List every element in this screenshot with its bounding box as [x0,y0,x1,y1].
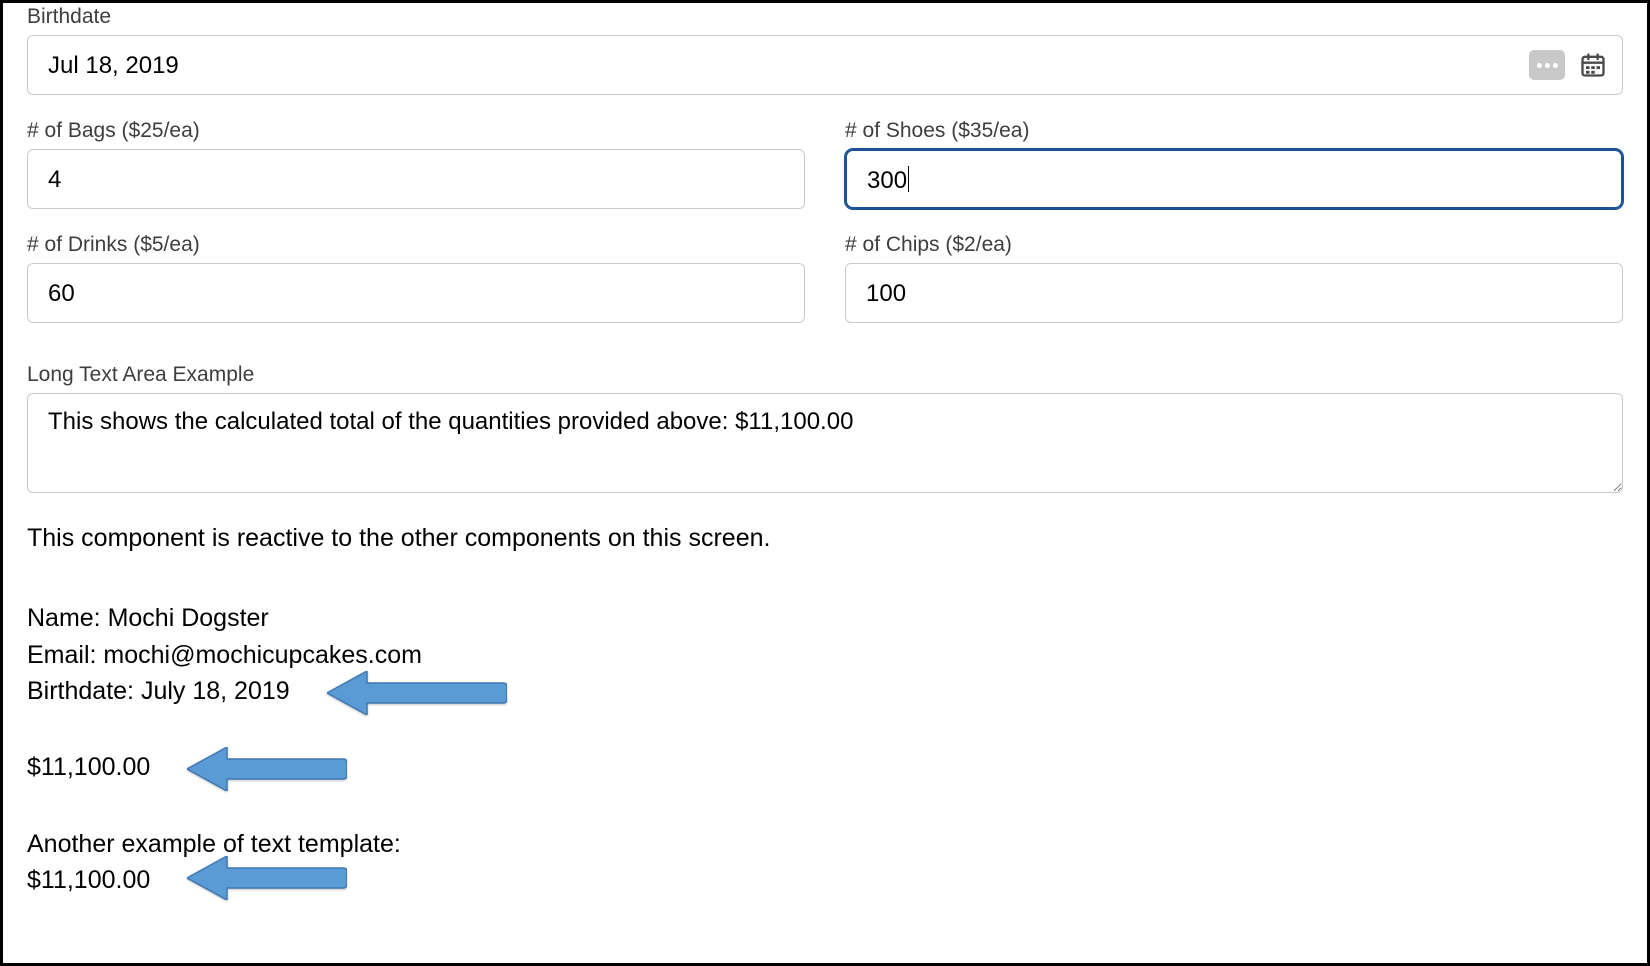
total-line: $11,100.00 [27,753,1623,782]
date-input-icons [1529,50,1607,80]
chips-input[interactable]: 100 [845,263,1623,323]
row-drinks-chips: # of Drinks ($5/ea) 60 # of Chips ($2/ea… [27,209,1623,323]
arrow-icon [187,856,347,900]
shoes-input-value: 300 [867,167,907,194]
row-bags-shoes: # of Bags ($25/ea) 4 # of Shoes ($35/ea)… [27,95,1623,209]
another-template-label: Another example of text template: [27,826,1623,862]
birthdate-input[interactable]: Jul 18, 2019 [27,35,1623,95]
calendar-icon[interactable] [1579,51,1607,79]
chips-label: # of Chips ($2/ea) [845,233,1623,257]
shoes-input[interactable]: 300 [845,149,1623,209]
info-name-line: Name: Mochi Dogster [27,600,1623,636]
birthdate-label: Birthdate [27,5,1623,29]
reactive-note: This component is reactive to the other … [27,520,1623,556]
bags-input[interactable]: 4 [27,149,805,209]
text-caret-icon [908,166,909,192]
arrow-icon [327,671,507,715]
info-email-line: Email: mochi@mochicupcakes.com [27,637,1623,673]
longtext-label: Long Text Area Example [27,363,1623,387]
arrow-icon [187,747,347,791]
drinks-label: # of Drinks ($5/ea) [27,233,805,257]
shoes-label: # of Shoes ($35/ea) [845,119,1623,143]
drinks-input[interactable]: 60 [27,263,805,323]
longtext-textarea[interactable] [27,393,1623,493]
form-frame: Birthdate Jul 18, 2019 [0,0,1650,966]
another-template-block: Another example of text template: $11,10… [27,826,1623,899]
another-template-value: $11,100.00 [27,862,1623,898]
info-block: Name: Mochi Dogster Email: mochi@mochicu… [27,600,1623,709]
more-icon[interactable] [1529,50,1565,80]
bags-label: # of Bags ($25/ea) [27,119,805,143]
birthdate-field-wrap: Jul 18, 2019 [27,35,1623,95]
info-birthdate-line: Birthdate: July 18, 2019 [27,673,1623,709]
